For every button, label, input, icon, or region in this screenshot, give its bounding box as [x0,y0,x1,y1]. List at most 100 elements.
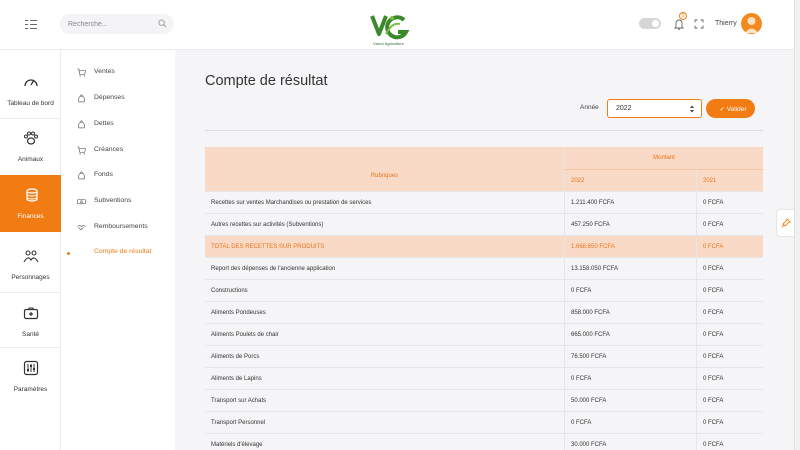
money-bag-icon [78,171,85,180]
row-value-2022: 13.158.050 FCFA [564,258,696,279]
spinner-arrows-icon[interactable] [689,104,695,114]
notification-badge: 0 [679,12,687,20]
row-value-2021: 0 FCFA [696,302,763,323]
sidebar-item-finances[interactable]: Finances [0,175,61,232]
sidebar-item-sante[interactable]: Santé [0,293,61,345]
cart-icon [77,68,86,77]
row-value-2022: 0 FCFA [564,368,696,389]
row-value-2022: 665.000 FCFA [564,324,696,345]
sliders-icon [23,360,39,376]
gauge-icon [24,79,38,87]
sidebar-item-label: Paramètres [13,386,48,393]
submenu-item-label: Subventions [94,197,132,204]
submenu-item-remboursements[interactable]: Remboursements [61,221,175,235]
active-dot-icon [67,252,70,255]
money-bag-icon [78,120,85,129]
search-input[interactable] [60,14,174,34]
row-value-2022: 1.668.650 FCFA [564,236,696,257]
submenu-item-subventions[interactable]: Subventions [61,195,175,209]
theme-toggle[interactable] [639,18,661,29]
table-row: Matériels d'élevage 30.000 FCFA 0 FCFA [205,434,763,450]
paw-icon [24,131,38,145]
table-row: Aliments Poulets de chair 665.000 FCFA 0 F… [205,324,763,346]
search-icon[interactable] [158,19,167,28]
row-label: Transport Personnel [211,419,266,426]
submenu-item-label: Créances [94,146,124,153]
row-value-2021: 0 FCFA [696,390,763,411]
header-year-2022: 2022 [564,170,696,192]
row-value-2021: 0 FCFA [696,214,763,235]
table-row: Report des dépenses de l'ancienne applic… [205,258,763,280]
main-content: Compte de résultat Année 2022 ✓ Valider … [175,50,794,450]
submenu-item-label: Dépenses [94,94,125,101]
sidebar-item-label: Animaux [17,156,44,163]
submenu-item-fonds[interactable]: Fonds [61,169,175,183]
submenu-item-compte-de-resultat[interactable]: Compte de résultat [61,246,175,260]
row-value-2021: 0 FCFA [696,258,763,279]
row-value-2021: 0 FCFA [696,324,763,345]
table-row: Aliments de Porcs 76.500 FCFA 0 FCFA [205,346,763,368]
medical-kit-icon [23,307,39,320]
submenu-item-label: Ventes [94,68,115,75]
row-label: Autres recettes sur activités (Subventio… [211,221,324,228]
table-row: Transport sur Achats 50.000 FCFA 0 FCFA [205,390,763,412]
divider [205,130,763,131]
row-value-2021: 0 FCFA [696,368,763,389]
fullscreen-icon[interactable] [694,19,704,29]
quick-action-tab[interactable] [776,209,794,237]
avatar[interactable] [741,13,762,34]
people-icon [23,250,39,263]
submenu-item-depenses[interactable]: Dépenses [61,92,175,106]
submenu-item-creances[interactable]: Créances [61,144,175,158]
submenu-item-label: Dettes [94,120,114,127]
row-label: Aliments Poulets de chair [211,331,279,338]
row-label: Matériels d'élevage [211,441,263,448]
sidebar-item-label: Tableau de bord [7,100,54,107]
row-label: Constructions [211,287,248,294]
sidebar-item-tableau-de-bord[interactable]: Tableau de bord [0,62,61,114]
row-value-2021: 0 FCFA [696,412,763,433]
user-name[interactable]: Thierry [715,20,737,27]
header-rubriques: Rubriques [370,173,399,179]
check-icon: ✓ [719,105,725,113]
header-year-2021: 2021 [696,170,763,192]
money-bag-icon [78,94,85,103]
handshake-icon [77,224,86,231]
top-bar: Vision Agriculture 0 Thierry [0,0,794,50]
row-label: Transport sur Achats [211,397,267,404]
submenu-item-ventes[interactable]: Ventes [61,66,175,80]
validate-label: Valider [726,105,747,113]
row-value-2021: 0 FCFA [696,346,763,367]
row-value-2021: 0 FCFA [696,280,763,301]
sidebar-item-parametres[interactable]: Paramètres [0,348,61,400]
year-label: Année [580,104,599,111]
row-label: Recettes sur ventes Marchandises ou pres… [211,199,372,206]
page-title: Compte de résultat [205,73,328,89]
row-value-2021: 0 FCFA [696,192,763,213]
year-number-input[interactable]: 2022 [607,99,702,118]
cart-icon [77,146,86,155]
validate-button[interactable]: ✓ Valider [706,99,755,118]
sidebar-item-label: Personnages [11,274,50,281]
submenu-item-label: Remboursements [94,223,148,230]
table-row: Aliments Pondeuses 858.000 FCFA 0 FCFA [205,302,763,324]
table-row: Autres recettes sur activités (Subventio… [205,214,763,236]
sidebar-item-personnages[interactable]: Personnages [0,236,61,288]
submenu-item-dettes[interactable]: Dettes [61,118,175,132]
banknote-icon [77,199,86,205]
menu-toggle-icon[interactable] [25,19,37,29]
sidebar-item-animaux[interactable]: Animaux [0,118,61,170]
submenu-item-label: Compte de résultat [94,248,152,255]
sidebar: Tableau de bord Animaux Finances Personn… [0,50,61,450]
row-value-2022: 50.000 FCFA [564,390,696,411]
sidebar-item-label: Santé [22,331,39,338]
row-value-2022: 1.211.400 FCFA [564,192,696,213]
table-row: Aliments de Lapins 0 FCFA 0 FCFA [205,368,763,390]
row-label: TOTAL DES RECETTES SUR PRODUITS [211,243,325,250]
row-value-2022: 0 FCFA [564,412,696,433]
logo-tagline: Vision Agriculture [373,41,404,46]
submenu-item-label: Fonds [94,171,113,178]
row-label: Aliments de Lapins [211,375,262,382]
page-scrollbar[interactable] [794,0,800,450]
sidebar-item-label: Finances [17,213,44,220]
